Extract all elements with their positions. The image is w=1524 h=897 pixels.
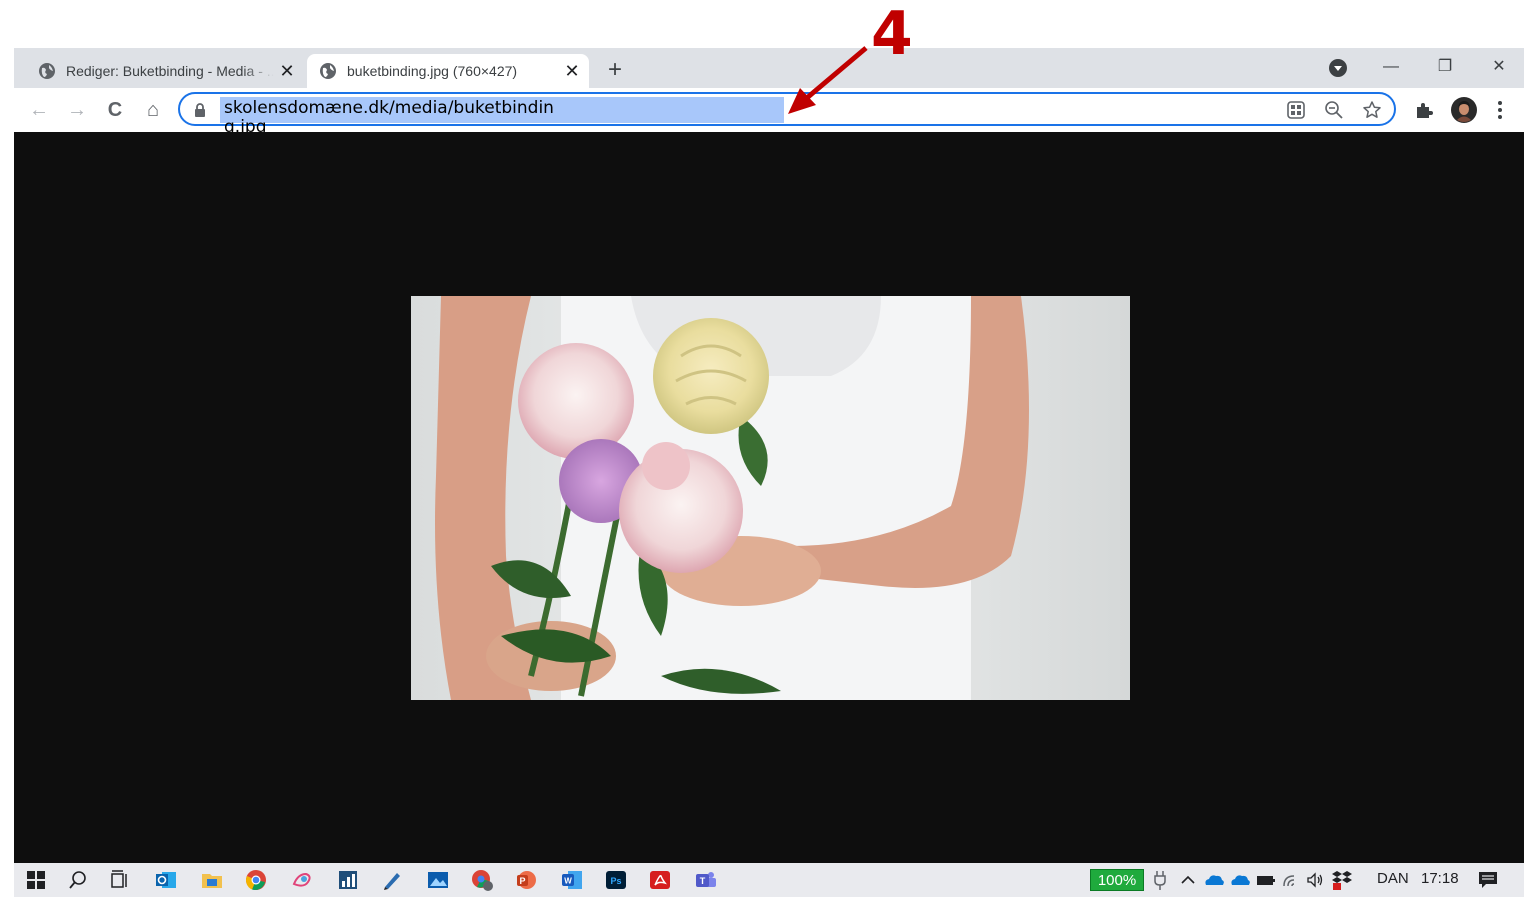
teams-icon[interactable]: T [694, 868, 718, 892]
paint-3d-icon[interactable] [290, 868, 314, 892]
tab-title: buketbinding.jpg (760×427) [347, 63, 518, 79]
zoom-out-icon[interactable] [1324, 100, 1344, 120]
chrome-icon[interactable] [244, 868, 268, 892]
powerpoint-icon[interactable]: P [514, 868, 538, 892]
file-explorer-icon[interactable] [200, 868, 224, 892]
browser-toolbar: ← → C ⌂ skolensdomæne.dk/media/buketbind… [14, 88, 1524, 137]
tab-strip: Rediger: Buketbinding - Media - ... ✕ bu… [14, 48, 1524, 88]
clock-time[interactable]: 17:18 [1421, 870, 1459, 887]
tab-buketbinding[interactable]: buketbinding.jpg (760×427) ✕ [307, 54, 589, 88]
usb-plug-icon[interactable] [1152, 868, 1168, 892]
close-window-button[interactable]: ✕ [1476, 52, 1522, 82]
start-windows-icon[interactable] [24, 868, 48, 892]
tab-search-icon[interactable] [1328, 58, 1348, 78]
onedrive-icon[interactable] [1202, 868, 1226, 892]
outlook-icon[interactable] [154, 868, 178, 892]
wifi-icon[interactable] [1280, 868, 1304, 892]
globe-icon [320, 63, 336, 79]
new-tab-button[interactable]: + [600, 56, 630, 86]
search-icon[interactable] [66, 868, 90, 892]
photoshop-icon[interactable]: Ps [604, 868, 628, 892]
globe-icon [39, 63, 55, 79]
photos-icon[interactable] [426, 868, 450, 892]
tab-close-button[interactable]: ✕ [559, 61, 585, 82]
chrome-alt-icon[interactable] [470, 868, 494, 892]
bookmark-star-icon[interactable] [1362, 100, 1382, 120]
qr-code-icon[interactable] [1286, 100, 1306, 120]
restore-button[interactable]: ❐ [1422, 52, 1468, 82]
battery-icon[interactable] [1254, 868, 1278, 892]
home-button[interactable]: ⌂ [140, 97, 166, 123]
extensions-puzzle-icon[interactable] [1412, 98, 1436, 122]
profile-avatar-icon[interactable] [1450, 96, 1478, 124]
lock-icon[interactable] [194, 103, 206, 117]
chart-app-icon[interactable] [336, 868, 360, 892]
battery-percent-badge[interactable]: 100% [1090, 869, 1144, 891]
acrobat-icon[interactable] [648, 868, 672, 892]
tab-close-button[interactable]: ✕ [274, 61, 300, 82]
tab-title: Rediger: Buketbinding - Media - ... [66, 63, 274, 79]
show-hidden-icons-chevron-icon[interactable] [1176, 868, 1200, 892]
dropbox-icon[interactable] [1330, 868, 1354, 892]
browser-window: Rediger: Buketbinding - Media - ... ✕ bu… [14, 48, 1524, 897]
bouquet-photo [411, 296, 1130, 700]
svg-text:P: P [519, 876, 525, 886]
minimize-button[interactable]: — [1368, 52, 1414, 82]
onedrive-business-icon[interactable] [1228, 868, 1252, 892]
task-view-icon[interactable] [108, 868, 132, 892]
pen-app-icon[interactable] [380, 868, 404, 892]
kebab-menu-icon[interactable] [1488, 98, 1512, 122]
volume-icon[interactable] [1304, 868, 1328, 892]
windows-taskbar: P W Ps T 100% DAN 17:18 [14, 863, 1524, 897]
word-icon[interactable]: W [560, 868, 584, 892]
svg-text:T: T [700, 876, 706, 886]
svg-text:W: W [564, 877, 572, 886]
tab-rediger[interactable]: Rediger: Buketbinding - Media - ... ✕ [26, 54, 304, 88]
input-language[interactable]: DAN [1377, 870, 1409, 887]
address-bar[interactable]: skolensdomæne.dk/media/buketbinding.jpg [178, 92, 1396, 137]
action-center-notification-icon[interactable] [1476, 868, 1500, 892]
back-button[interactable]: ← [26, 97, 52, 123]
reload-button[interactable]: C [102, 97, 128, 123]
image-viewer [14, 132, 1524, 863]
forward-button[interactable]: → [64, 97, 90, 123]
svg-text:Ps: Ps [610, 876, 621, 886]
